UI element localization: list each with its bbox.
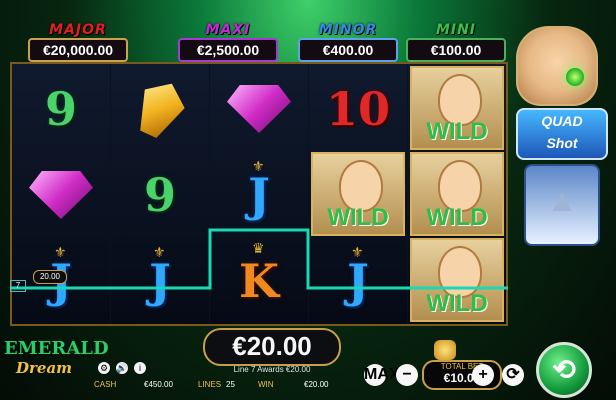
increase-bet-button[interactable]: + <box>472 364 494 386</box>
yellow-gem-icon <box>128 74 192 143</box>
fleur-icon: ⚜ <box>252 158 265 174</box>
autoplay-button[interactable]: ⟳ <box>502 364 524 386</box>
symbol-j: ⚜ J <box>309 238 407 324</box>
quad-shot-panel: QUAD Shot ▲ <box>510 108 610 256</box>
reel-4: 10 WILD ⚜ J <box>309 64 407 324</box>
jackpot-minor-label: MINOR <box>318 22 378 38</box>
win-value: €20.00 <box>304 380 329 389</box>
symbol-wild: WILD <box>410 66 504 150</box>
payline-marker-value: 20.00 <box>33 270 67 284</box>
jackpot-bar: MAJOR €20,000.00 MAXI €2,500.00 MINOR €4… <box>22 22 506 62</box>
max-bet-button[interactable]: MAX <box>364 364 400 386</box>
symbol-k-text: K <box>239 254 279 308</box>
cash-value: €450.00 <box>144 380 173 389</box>
settings-icon[interactable]: ⚙ <box>98 362 110 374</box>
symbol-wild: WILD <box>410 238 504 322</box>
jackpot-major-value: €20,000.00 <box>28 38 128 62</box>
win-display: €20.00 <box>203 328 341 366</box>
brand-line-1: EMERALD <box>4 338 109 359</box>
pink-gem-icon <box>29 171 93 219</box>
jackpot-maxi: MAXI €2,500.00 <box>172 22 284 62</box>
symbol-k: ♛ K <box>210 238 308 324</box>
jackpot-maxi-value: €2,500.00 <box>178 38 278 62</box>
spin-button[interactable]: ⟲ <box>536 342 592 398</box>
jackpot-minor: MINOR €400.00 <box>292 22 404 62</box>
symbol-wild: WILD <box>311 152 405 236</box>
symbol-yellow-gem <box>111 66 209 152</box>
symbol-10: 10 <box>309 66 407 152</box>
utility-icons: ⚙ 🔊 i <box>98 362 158 376</box>
info-icon[interactable]: i <box>134 362 146 374</box>
symbol-j: ⚜ J <box>210 152 308 238</box>
symbol-9-text: 9 <box>44 82 77 136</box>
symbol-j-text: J <box>248 168 270 222</box>
symbol-pink-gem <box>12 152 110 238</box>
emerald-orb-icon <box>566 68 584 86</box>
status-row: CASH €450.00 LINES 25 WIN €20.00 <box>94 378 334 394</box>
jackpot-major-label: MAJOR <box>49 22 107 38</box>
coins-icon <box>434 340 456 360</box>
fleur-icon: ⚜ <box>54 244 67 260</box>
pink-gem-icon <box>227 85 291 133</box>
reel-1: 9 ⚜ J <box>12 64 110 324</box>
quad-shot-title: QUAD <box>541 113 583 129</box>
fleur-icon: ⚜ <box>153 244 166 260</box>
up-arrow-icon: ▲ <box>546 182 578 218</box>
symbol-9: 9 <box>12 66 110 152</box>
symbol-j-text: J <box>149 254 171 308</box>
crown-icon: ♛ <box>252 240 265 256</box>
wild-label: WILD <box>327 204 389 231</box>
quad-shot-subtitle: Shot <box>546 135 578 151</box>
brand-line-2: Dream <box>16 359 73 377</box>
brand-logo: EMERALD Dream <box>4 338 109 378</box>
reel-3: ⚜ J ♛ K <box>210 64 308 324</box>
quad-shot-logo: QUAD Shot <box>516 108 608 160</box>
win-label: WIN <box>258 380 274 389</box>
control-bar: EMERALD Dream €20.00 Line 7 Awards €20.0… <box>0 328 616 400</box>
symbol-9-text: 9 <box>143 168 176 222</box>
wild-label: WILD <box>426 204 488 231</box>
win-award-text: Line 7 Awards €20.00 <box>233 365 311 374</box>
sound-icon[interactable]: 🔊 <box>116 362 128 374</box>
bet-controls: MAX − TOTAL BET €10.00 + ⟳ <box>364 340 524 398</box>
symbol-j: ⚜ J <box>111 238 209 324</box>
jackpot-major: MAJOR €20,000.00 <box>22 22 134 62</box>
jackpot-mini: MINI €100.00 <box>400 22 512 62</box>
payline-number: 7 <box>10 280 26 292</box>
jackpot-maxi-label: MAXI <box>205 22 251 38</box>
reel-2: 9 ⚜ J <box>111 64 209 324</box>
symbol-j-text: J <box>347 254 369 308</box>
jackpot-mini-label: MINI <box>435 22 477 38</box>
lines-label: LINES <box>198 380 222 389</box>
symbol-wild: WILD <box>410 152 504 236</box>
emerald-lady-portrait <box>516 26 598 106</box>
symbol-9: 9 <box>111 152 209 238</box>
quad-shot-meter: ▲ <box>524 164 600 246</box>
lines-value: 25 <box>226 380 235 389</box>
wild-label: WILD <box>426 290 488 317</box>
jackpot-minor-value: €400.00 <box>298 38 398 62</box>
symbol-10-text: 10 <box>325 82 390 136</box>
fleur-icon: ⚜ <box>351 244 364 260</box>
wild-label: WILD <box>426 118 488 145</box>
decrease-bet-button[interactable]: − <box>396 364 418 386</box>
cash-label: CASH <box>94 380 117 389</box>
reel-5: WILD WILD WILD <box>408 64 506 324</box>
reel-grid: 9 ⚜ J 9 ⚜ J ⚜ J ♛ K <box>10 62 508 326</box>
jackpot-mini-value: €100.00 <box>406 38 506 62</box>
symbol-pink-gem <box>210 66 308 152</box>
